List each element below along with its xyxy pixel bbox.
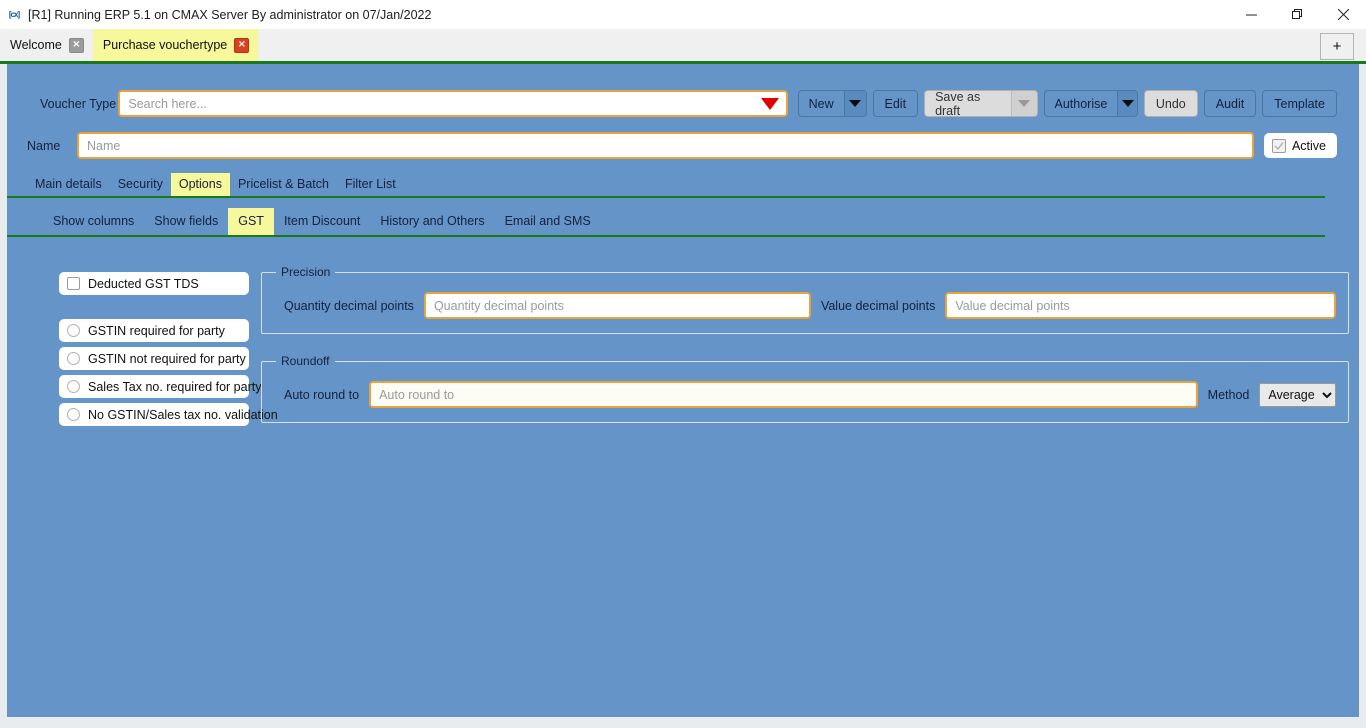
tab-filter-list[interactable]: Filter List [337,173,404,196]
name-row: Name Active [27,132,1337,159]
main-tab-row: Main details Security Options Pricelist … [7,173,1325,198]
precision-legend: Precision [281,265,331,279]
tab-security[interactable]: Security [110,173,171,196]
save-as-draft-split-button[interactable]: Save as draft [924,90,1038,117]
new-dropdown-chevron-icon[interactable] [843,91,866,116]
gst-options-column: Deducted GST TDS GSTIN required for part… [59,265,278,431]
precision-fieldset: Precision Quantity decimal points Value … [261,265,1350,334]
quantity-decimal-points-label: Quantity decimal points [284,298,414,313]
app-body: Voucher Type New Edit Save as draft Auth… [0,64,1366,728]
tab-history-and-others[interactable]: History and Others [370,208,494,235]
deducted-gst-tds-checkbox-row[interactable]: Deducted GST TDS [59,272,249,295]
roundoff-row: Auto round to Method Average [274,381,1337,408]
tab-show-columns[interactable]: Show columns [43,208,144,235]
tab-close-icon[interactable]: × [68,37,84,53]
tab-purchase-vouchertype[interactable]: Purchase vouchertype × [92,29,259,61]
sub-tab-row: Show columns Show fields GST Item Discou… [7,208,1325,237]
save-as-draft-dropdown-chevron-icon[interactable] [1011,91,1037,116]
auto-round-to-input[interactable] [369,381,1198,408]
active-checkbox[interactable] [1271,138,1286,153]
voucher-type-search-input[interactable] [118,90,788,117]
document-tabstrip: Welcome × Purchase vouchertype × + [0,29,1366,64]
gstin-not-required-radio[interactable] [67,352,80,365]
no-validation-radio-row[interactable]: No GSTIN/Sales tax no. validation [59,403,278,426]
gstin-required-radio[interactable] [67,324,80,337]
precision-row: Quantity decimal points Value decimal po… [274,292,1337,319]
method-label: Method [1207,387,1250,402]
quantity-decimal-points-input[interactable] [423,292,811,319]
roundoff-fieldset: Roundoff Auto round to Method Average [261,354,1350,423]
deducted-gst-tds-checkbox[interactable] [67,277,80,290]
close-icon[interactable] [1320,0,1366,29]
authorise-button-label: Authorise [1054,96,1108,111]
gstin-not-required-label: GSTIN not required for party [88,351,246,366]
active-checkbox-group[interactable]: Active [1263,133,1337,158]
sales-tax-required-radio[interactable] [67,380,80,393]
tab-welcome[interactable]: Welcome × [0,29,93,61]
voucher-type-search-wrap [118,90,788,117]
tab-gst[interactable]: GST [228,208,274,235]
gstin-not-required-radio-row[interactable]: GSTIN not required for party [59,347,249,370]
no-validation-label: No GSTIN/Sales tax no. validation [88,407,278,422]
sales-tax-required-label: Sales Tax no. required for party [88,379,262,394]
audit-button[interactable]: Audit [1203,90,1257,117]
new-split-button[interactable]: New [797,90,867,117]
authorise-split-button[interactable]: Authorise [1043,90,1138,117]
auto-round-to-label: Auto round to [284,387,360,402]
form-canvas: Voucher Type New Edit Save as draft Auth… [7,64,1359,717]
method-select[interactable]: Average [1259,382,1337,407]
tab-item-discount[interactable]: Item Discount [274,208,370,235]
deducted-gst-tds-label: Deducted GST TDS [88,276,199,291]
voucher-type-label: Voucher Type [40,96,117,111]
new-tab-button[interactable]: + [1320,33,1354,60]
tab-label: Purchase vouchertype [102,38,228,52]
tab-label: Welcome [10,38,62,52]
active-label: Active [1291,138,1326,153]
new-button-label: New [808,96,834,111]
tab-main-details[interactable]: Main details [27,173,110,196]
gstin-required-label: GSTIN required for party [88,323,225,338]
gst-fields-column: Precision Quantity decimal points Value … [261,265,1350,443]
voucher-type-row: Voucher Type New Edit Save as draft Auth… [40,64,1337,117]
gst-panel: Deducted GST TDS GSTIN required for part… [7,265,1359,443]
save-as-draft-label: Save as draft [935,90,981,117]
sales-tax-required-radio-row[interactable]: Sales Tax no. required for party [59,375,261,398]
minimize-icon[interactable] [1228,0,1274,29]
window-title: [R1] Running ERP 5.1 on CMAX Server By a… [28,7,432,22]
template-button[interactable]: Template [1262,90,1337,117]
value-decimal-points-label: Value decimal points [820,298,936,313]
restore-icon[interactable] [1274,0,1320,29]
gstin-required-radio-row[interactable]: GSTIN required for party [59,319,249,342]
erp-app-icon: [cx] [8,10,20,19]
window-controls [1228,0,1366,29]
roundoff-legend: Roundoff [281,354,330,368]
tab-options[interactable]: Options [170,173,230,196]
authorise-dropdown-chevron-icon[interactable] [1117,91,1137,116]
tab-email-and-sms[interactable]: Email and SMS [495,208,601,235]
name-label: Name [27,138,61,153]
tab-show-fields[interactable]: Show fields [144,208,228,235]
value-decimal-points-input[interactable] [945,292,1337,319]
no-validation-radio[interactable] [67,408,80,421]
name-input[interactable] [77,132,1254,159]
tab-close-icon[interactable]: × [234,37,250,53]
tab-pricelist-and-batch[interactable]: Pricelist & Batch [230,173,337,196]
edit-button[interactable]: Edit [872,90,919,117]
window-titlebar: [cx] [R1] Running ERP 5.1 on CMAX Server… [0,0,1366,29]
undo-button[interactable]: Undo [1143,90,1198,117]
record-toolbar: New Edit Save as draft Authorise Undo Au… [797,90,1337,117]
